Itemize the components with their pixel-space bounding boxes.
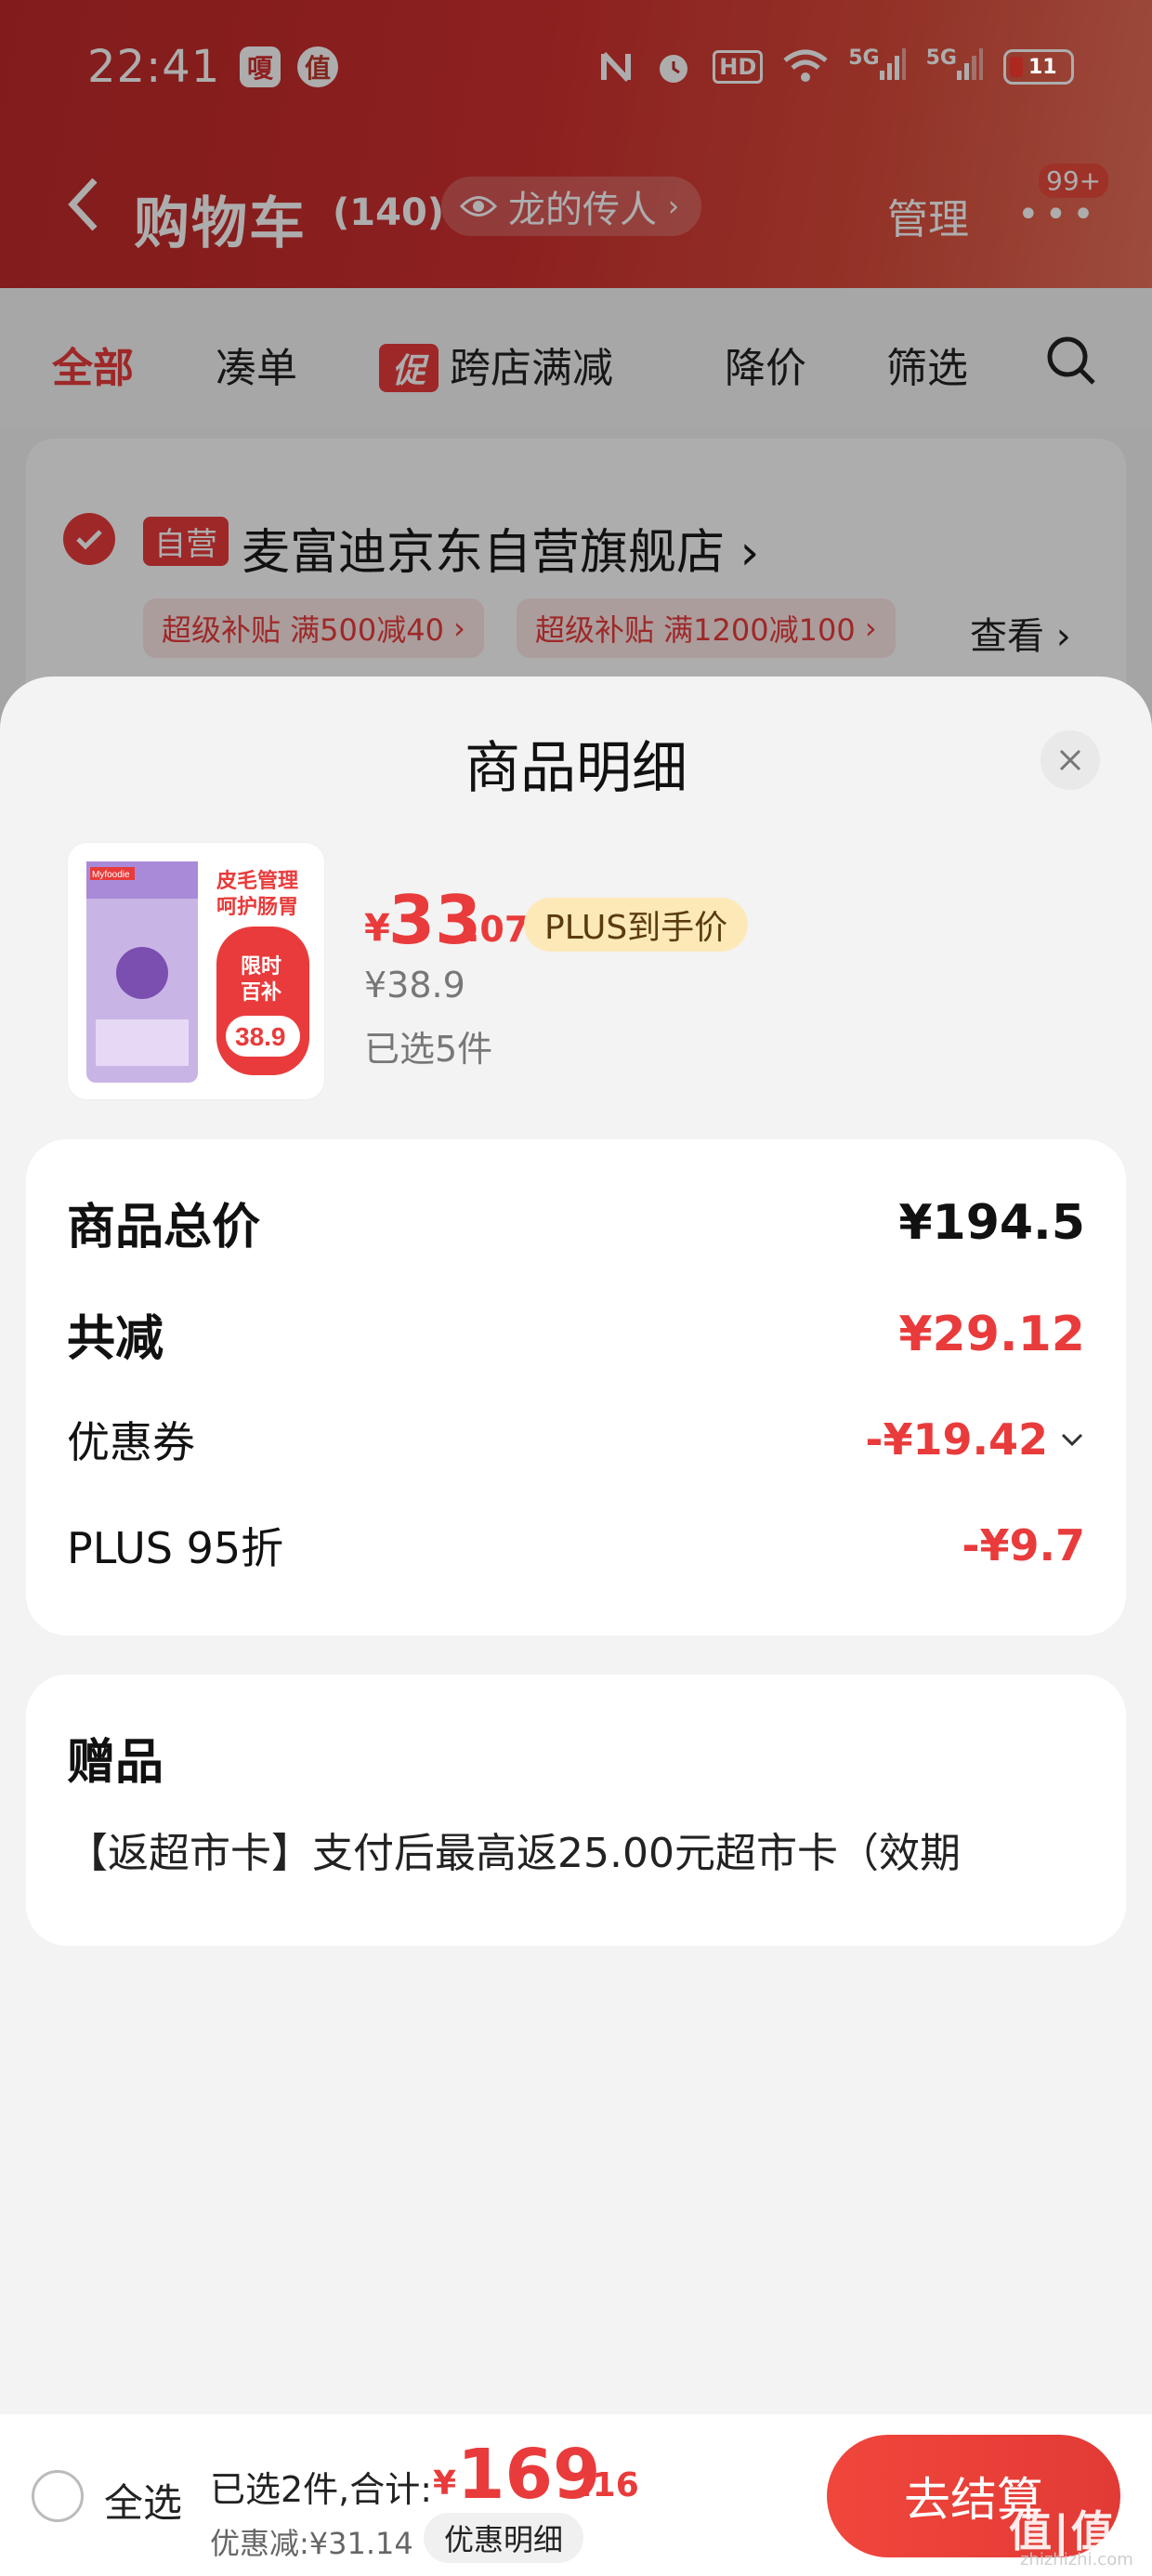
product-selected-qty: 已选5件 <box>364 1029 493 1070</box>
product-price-symbol: ¥ <box>364 907 390 950</box>
reduce-label: 共减 <box>67 1311 164 1367</box>
checkout-bar: 全选 已选2件,合计: ¥ 169 .16 优惠减:¥31.14 优惠明细 去结… <box>0 2414 1152 2576</box>
total-decimal: .16 <box>580 2466 639 2504</box>
total-row: 商品总价 ¥194.5 <box>67 1188 1085 1257</box>
product-brand-text: Myfoodie <box>92 870 130 880</box>
coupon-row[interactable]: 优惠券 -¥19.42 <box>67 1409 1085 1470</box>
discount-summary: 优惠减:¥31.14 <box>210 2526 413 2561</box>
product-image-badge2: 百补 <box>241 980 281 1004</box>
select-all-label[interactable]: 全选 <box>104 2472 182 2529</box>
discount-detail-button[interactable]: 优惠明细 <box>424 2513 584 2563</box>
watermark-url: zhizhizhi.com <box>1020 2550 1133 2569</box>
product-image-line1: 皮毛管理 <box>216 869 298 892</box>
total-label: 商品总价 <box>67 1200 261 1255</box>
item-detail-sheet: 商品明细 Myfoodie 皮毛管理 呵护肠胃 限时 百补 38.9 ¥ 33 … <box>0 677 1152 2576</box>
reduce-value: ¥29.12 <box>898 1306 1085 1362</box>
select-all-checkbox[interactable] <box>32 2470 84 2522</box>
total-value: ¥194.5 <box>898 1194 1085 1251</box>
product-price-decimal: .07 <box>466 909 530 950</box>
product-image-badge1: 限时 <box>241 954 281 978</box>
plus-discount-value: -¥9.7 <box>962 1520 1085 1571</box>
coupon-label: 优惠券 <box>67 1417 195 1467</box>
gift-description: 【返超市卡】支付后最高返25.00元超市卡（效期 <box>67 1830 961 1877</box>
gift-title: 赠品 <box>67 1735 164 1791</box>
product-image-price: 38.9 <box>235 1022 286 1051</box>
coupon-value-group[interactable]: -¥19.42 <box>865 1414 1085 1465</box>
sheet-title: 商品明细 <box>465 736 687 801</box>
chevron-down-icon <box>1061 1433 1083 1447</box>
selected-summary: 已选2件,合计: <box>210 2469 433 2510</box>
plus-discount-row: PLUS 95折 -¥9.7 <box>67 1515 1085 1576</box>
product-original-price: ¥38.9 <box>364 965 465 1005</box>
close-icon[interactable] <box>1041 730 1100 790</box>
reduce-row: 共减 ¥29.12 <box>67 1299 1085 1369</box>
coupon-value: -¥19.42 <box>865 1414 1048 1465</box>
plus-price-tag: PLUS到手价 <box>524 898 749 952</box>
product-image-line2: 呵护肠胃 <box>216 895 298 918</box>
product-image[interactable]: Myfoodie 皮毛管理 呵护肠胃 限时 百补 38.9 <box>67 842 325 1100</box>
total-symbol: ¥ <box>433 2464 457 2503</box>
battery-level: 11 <box>1028 55 1057 79</box>
price-breakdown-card: 商品总价 ¥194.5 共减 ¥29.12 优惠券 -¥19.42 PLUS 9… <box>26 1139 1126 1636</box>
gift-card: 赠品 【返超市卡】支付后最高返25.00元超市卡（效期 <box>26 1675 1126 1946</box>
plus-discount-label: PLUS 95折 <box>67 1523 284 1573</box>
